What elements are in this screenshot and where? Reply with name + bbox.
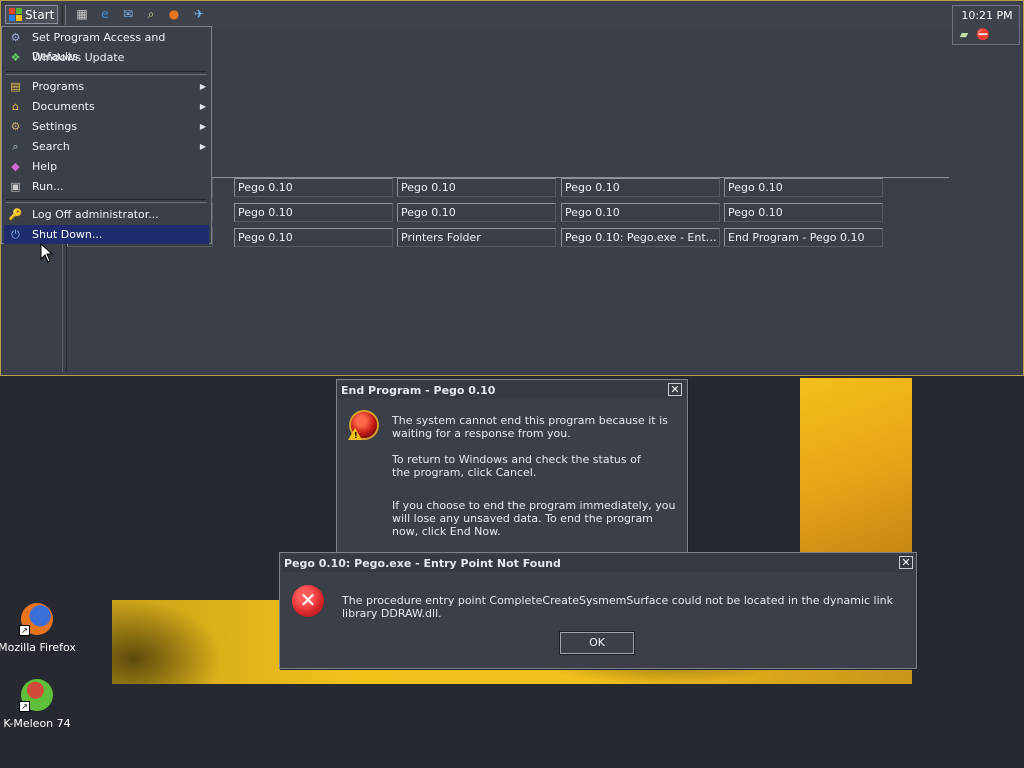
end-program-message-2: To return to Windows and check the statu… [392,453,641,479]
documents-icon: ⌂ [12,100,19,113]
firefox-icon[interactable]: ● [166,6,182,22]
desktop-icon-firefox[interactable]: ↗ Mozilla Firefox [0,603,77,654]
end-program-message-1: The system cannot end this program becau… [392,414,668,440]
toolbar-separator [62,5,66,25]
task-button[interactable]: Pego 0.10 [234,178,393,197]
end-program-message-3: If you choose to end the program immedia… [392,499,676,538]
close-icon[interactable]: ✕ [899,556,913,569]
programs-icon: ▤ [10,80,21,93]
start-menu-label: Search [32,140,70,153]
menu-separator [6,71,207,75]
start-menu-item-windows-update[interactable]: ❖ Windows Update [4,48,209,67]
windows-update-icon: ❖ [10,51,21,64]
task-button[interactable]: Pego 0.10 [561,203,720,222]
error-icon: ✕ [292,585,324,617]
kmeleon-desktop-icon: ↗ [19,679,53,712]
program-access-icon: ⚙ [10,31,21,44]
start-menu-label: Help [32,160,58,173]
menu-separator [6,199,207,203]
internet-explorer-icon[interactable]: e [97,6,113,22]
start-menu-label: Settings [32,120,78,133]
error-message: The procedure entry point CompleteCreate… [342,594,894,620]
clock[interactable]: 10:21 PM [953,9,1021,22]
desktop-icon-label: Mozilla Firefox [0,641,76,654]
start-menu-label: Log Off administrator... [32,208,159,221]
start-menu-label: Shut Down... [32,228,103,241]
network-icon[interactable]: ▰ [956,28,972,42]
submenu-arrow-icon: ▶ [199,102,206,111]
submenu-arrow-icon: ▶ [199,82,206,91]
submenu-arrow-icon: ▶ [199,122,206,131]
task-button[interactable]: Pego 0.10 [561,178,720,197]
desktop-icon-label: K-Meleon 74 [3,717,71,730]
desktop-icon-kmeleon[interactable]: ↗ K-Meleon 74 [0,679,77,730]
printer-error-icon[interactable]: ⛔ [975,28,991,42]
log-off-icon: 🔑 [8,208,23,221]
close-icon[interactable]: ✕ [668,383,682,396]
task-button[interactable]: End Program - Pego 0.10 [724,228,883,247]
submenu-arrow-icon: ▶ [199,142,206,151]
task-button[interactable]: Printers Folder [397,228,556,247]
task-button[interactable]: Pego 0.10: Pego.exe - Entry Point Not Fo… [561,228,720,247]
dialog-title: End Program - Pego 0.10 [339,382,685,399]
run-icon: ▣ [10,180,21,193]
search-icon: ⌕ [12,140,19,153]
entry-point-error-dialog: Pego 0.10: Pego.exe - Entry Point Not Fo… [279,552,917,669]
airplane-icon[interactable]: ✈ [191,6,207,22]
system-tray: 10:21 PM ▰ ⛔ [952,5,1020,45]
help-icon: ◆ [11,160,20,173]
task-button[interactable]: Pego 0.10 [397,203,556,222]
firefox-desktop-icon: ↗ [19,603,53,636]
task-button[interactable]: Pego 0.10 [234,203,393,222]
task-button[interactable]: Pego 0.10 [397,178,556,197]
warning-stop-icon: ! [348,410,381,444]
start-menu-item-shut-down[interactable]: ⏻ Shut Down... [4,225,209,244]
start-menu-item-set-program-access-and-defaults[interactable]: ⚙ Set Program Access and Defaults [4,28,209,63]
windows-logo-icon [9,8,22,21]
dialog-title: Pego 0.10: Pego.exe - Entry Point Not Fo… [282,555,914,572]
start-menu-item-help[interactable]: ◆ Help [4,157,209,176]
start-menu-item-settings[interactable]: ⚙ Settings ▶ [4,117,209,136]
settings-icon: ⚙ [10,120,21,133]
task-button[interactable]: Pego 0.10 [724,203,883,222]
shut-down-icon: ⏻ [11,228,20,241]
task-button[interactable]: Pego 0.10 [234,228,393,247]
search-icon[interactable]: ⌕ [143,6,159,22]
start-menu-label: Windows Update [32,51,125,64]
start-menu-item-programs[interactable]: ▤ Programs ▶ [4,77,209,96]
start-menu-item-log-off-administrator[interactable]: 🔑 Log Off administrator... [4,205,209,224]
start-button[interactable]: Start [5,5,58,24]
start-menu-label: Run... [32,180,64,193]
outlook-express-icon[interactable]: ✉ [120,6,136,22]
start-label: Start [25,7,55,22]
start-menu-item-documents[interactable]: ⌂ Documents ▶ [4,97,209,116]
ok-button[interactable]: OK [559,631,635,655]
start-menu-label: Documents [32,100,95,113]
start-menu-item-run[interactable]: ▣ Run... [4,177,209,196]
start-menu-item-search[interactable]: ⌕ Search ▶ [4,137,209,156]
task-button[interactable]: Pego 0.10 [724,178,883,197]
end-program-dialog: End Program - Pego 0.10 ✕ ! The system c… [336,379,688,559]
start-menu: ⚙ Set Program Access and Defaults ❖ Windows… [1,26,212,244]
start-menu-label: Programs [32,80,85,93]
show-desktop-icon[interactable]: ▦ [74,6,90,22]
